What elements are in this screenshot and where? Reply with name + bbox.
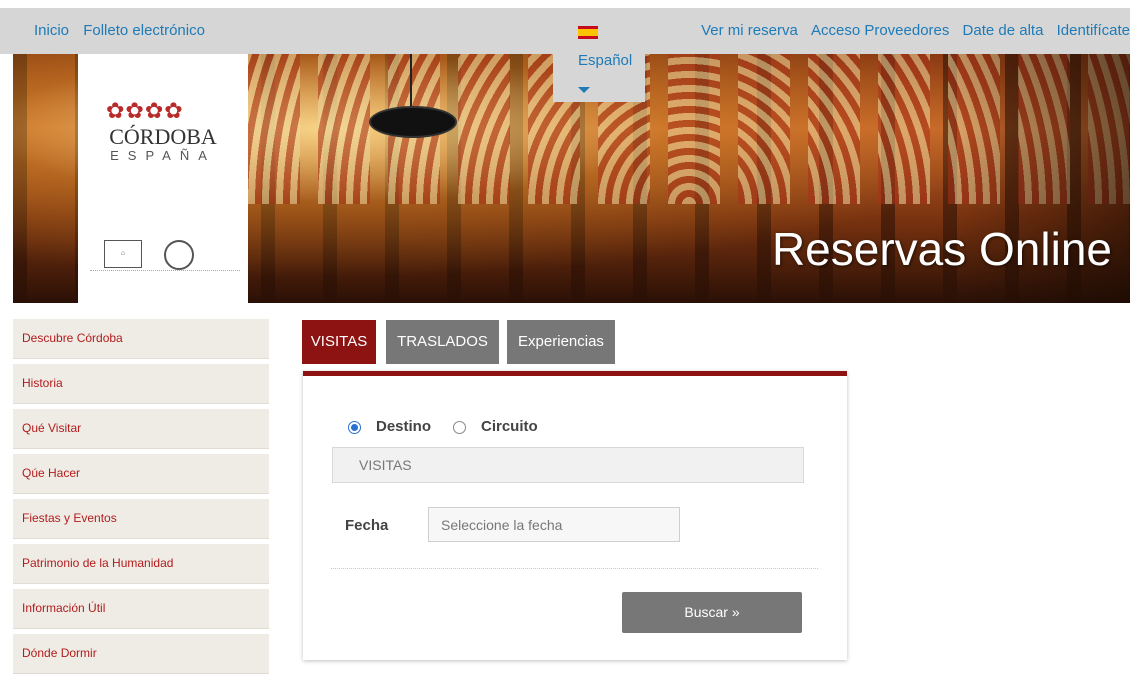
cordoba-logo[interactable]: ✿✿✿✿ CÓRDOBA ESPAÑA ⌂ (78, 54, 248, 303)
spain-flag-icon (578, 26, 598, 39)
sidebar-item-label: Dónde Dormir (22, 646, 97, 660)
destination-select-value: VISITAS (359, 457, 412, 473)
sidebar-item-label: Información Útil (22, 601, 106, 615)
top-nav-right: Ver mi reserva Acceso Proveedores Date d… (692, 22, 1130, 39)
sidebar-item-label: Qué Visitar (22, 421, 82, 435)
unesco-icon: ⌂ (104, 240, 142, 268)
nav-link-ver-reserva[interactable]: Ver mi reserva (701, 22, 798, 39)
destino-radio[interactable] (348, 421, 361, 434)
sidebar-item-label: Patrimonio de la Humanidad (22, 556, 174, 570)
sidebar-item-fiestas-eventos[interactable]: Fiestas y Eventos (13, 499, 269, 539)
nav-link-folleto[interactable]: Folleto electrónico (83, 22, 205, 39)
nav-link-identificate[interactable]: Identifícate (1057, 22, 1130, 39)
nav-link-inicio[interactable]: Inicio (34, 22, 69, 39)
sidebar-item-patrimonio[interactable]: Patrimonio de la Humanidad (13, 544, 269, 584)
language-selector[interactable]: Español (553, 8, 645, 102)
banner-title: Reservas Online (771, 223, 1112, 275)
sidebar-item-label: Qúe Hacer (22, 466, 81, 480)
sidebar-menu: Descubre Córdoba Historia Qué Visitar Qú… (13, 319, 269, 679)
destination-select[interactable]: VISITAS (332, 447, 804, 483)
circuito-radio-label[interactable]: Circuito (481, 418, 538, 435)
sidebar-item-descubre-cordoba[interactable]: Descubre Córdoba (13, 319, 269, 359)
tab-traslados[interactable]: TRASLADOS (386, 320, 499, 364)
logo-country-text: ESPAÑA (110, 148, 216, 163)
sidebar-item-historia[interactable]: Historia (13, 364, 269, 404)
nav-link-date-de-alta[interactable]: Date de alta (963, 22, 1044, 39)
tab-experiencias[interactable]: Experiencias (507, 320, 615, 364)
search-form-panel: Destino Circuito VISITAS Fecha Buscar » (303, 371, 847, 660)
sidebar-item-label: Fiestas y Eventos (22, 511, 117, 525)
tab-visitas[interactable]: VISITAS (302, 320, 376, 364)
caret-down-icon (578, 87, 590, 93)
date-input[interactable] (428, 507, 680, 542)
search-button[interactable]: Buscar » (622, 592, 802, 633)
fecha-label: Fecha (345, 517, 389, 534)
circuito-radio[interactable] (453, 421, 466, 434)
sidebar-item-que-hacer[interactable]: Qúe Hacer (13, 454, 269, 494)
sidebar-item-informacion-util[interactable]: Información Útil (13, 589, 269, 629)
world-heritage-icon (164, 240, 194, 270)
divider (331, 568, 818, 569)
sidebar-item-que-visitar[interactable]: Qué Visitar (13, 409, 269, 449)
language-label: Español (578, 52, 633, 69)
top-nav-left: Inicio Folleto electrónico (34, 22, 215, 39)
cordoba-emblem-icon: ✿✿✿✿ (106, 98, 184, 123)
sidebar-item-donde-dormir[interactable]: Dónde Dormir (13, 634, 269, 674)
lamp-image (369, 106, 457, 138)
destino-radio-label[interactable]: Destino (376, 418, 431, 435)
sidebar-item-label: Historia (22, 376, 63, 390)
sidebar-item-label: Descubre Córdoba (22, 331, 123, 345)
logo-city-text: CÓRDOBA (109, 124, 217, 149)
nav-link-acceso-proveedores[interactable]: Acceso Proveedores (811, 22, 949, 39)
